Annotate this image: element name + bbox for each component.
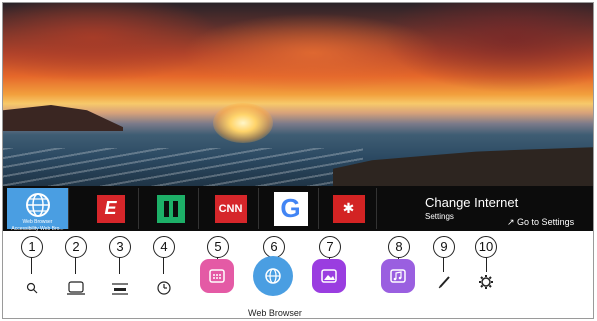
- music-button[interactable]: [381, 259, 415, 293]
- callout-2: 2: [65, 236, 87, 258]
- gear-icon[interactable]: [477, 273, 495, 291]
- yelp-logo-icon: ✱: [332, 194, 365, 223]
- redirect-arrow-icon: ↗: [507, 217, 518, 227]
- app-tile-google[interactable]: G: [263, 188, 319, 229]
- callout-10: 10: [475, 236, 497, 258]
- go-to-settings-label: Go to Settings: [517, 217, 575, 227]
- callout-4: 4: [153, 236, 175, 258]
- callout-7: 7: [319, 236, 341, 258]
- settings-icon[interactable]: [111, 279, 129, 297]
- music-icon: [390, 269, 406, 283]
- espn-logo-icon: E: [96, 194, 125, 223]
- selected-app-label: Web Browser: [22, 219, 53, 225]
- app-tile-cnn[interactable]: CNN: [203, 188, 259, 229]
- launcher-bar: Web Browser Accessibility Web Bro... E C…: [3, 186, 593, 232]
- app-tile-web-browser[interactable]: Web Browser Accessibility Web Bro...: [7, 188, 69, 232]
- callout-8: 8: [388, 236, 410, 258]
- info-subtitle: Settings: [425, 212, 454, 221]
- rocks: [333, 147, 593, 186]
- cloud: [383, 3, 593, 93]
- web-browser-caption: Web Browser: [248, 308, 302, 318]
- google-logo-icon: G: [273, 191, 308, 226]
- photo-icon: [321, 269, 337, 283]
- go-to-settings-link[interactable]: ↗ Go to Settings: [507, 217, 574, 228]
- headland: [3, 105, 123, 131]
- cnn-logo-icon: CNN: [214, 194, 247, 223]
- apps-icon: [209, 269, 225, 283]
- callout-5: 5: [207, 236, 229, 258]
- globe-icon: [24, 192, 52, 218]
- apps-button[interactable]: [200, 259, 234, 293]
- sun: [213, 103, 273, 143]
- web-browser-button[interactable]: [253, 256, 293, 296]
- app-tile-hulu[interactable]: [143, 188, 199, 229]
- callout-3: 3: [109, 236, 131, 258]
- info-panel: Change Internet Settings: [425, 196, 518, 222]
- hero-background: [3, 3, 593, 186]
- search-icon[interactable]: [23, 279, 41, 297]
- callout-6: 6: [263, 236, 285, 258]
- input-icon[interactable]: [67, 279, 85, 297]
- pencil-icon[interactable]: [435, 273, 453, 291]
- callout-9: 9: [433, 236, 455, 258]
- waves: [3, 148, 363, 186]
- info-title: Change Internet: [425, 195, 519, 210]
- photos-button[interactable]: [312, 259, 346, 293]
- globe-icon: [265, 268, 281, 284]
- app-tile-yelp[interactable]: ✱: [321, 188, 377, 229]
- selected-app-sublabel: Accessibility Web Bro...: [11, 226, 64, 232]
- timer-icon[interactable]: [155, 279, 173, 297]
- callout-1: 1: [21, 236, 43, 258]
- screenshot-frame: Web Browser Accessibility Web Bro... E C…: [2, 2, 594, 319]
- hulu-logo-icon: [156, 194, 185, 223]
- app-tile-espn[interactable]: E: [83, 188, 139, 229]
